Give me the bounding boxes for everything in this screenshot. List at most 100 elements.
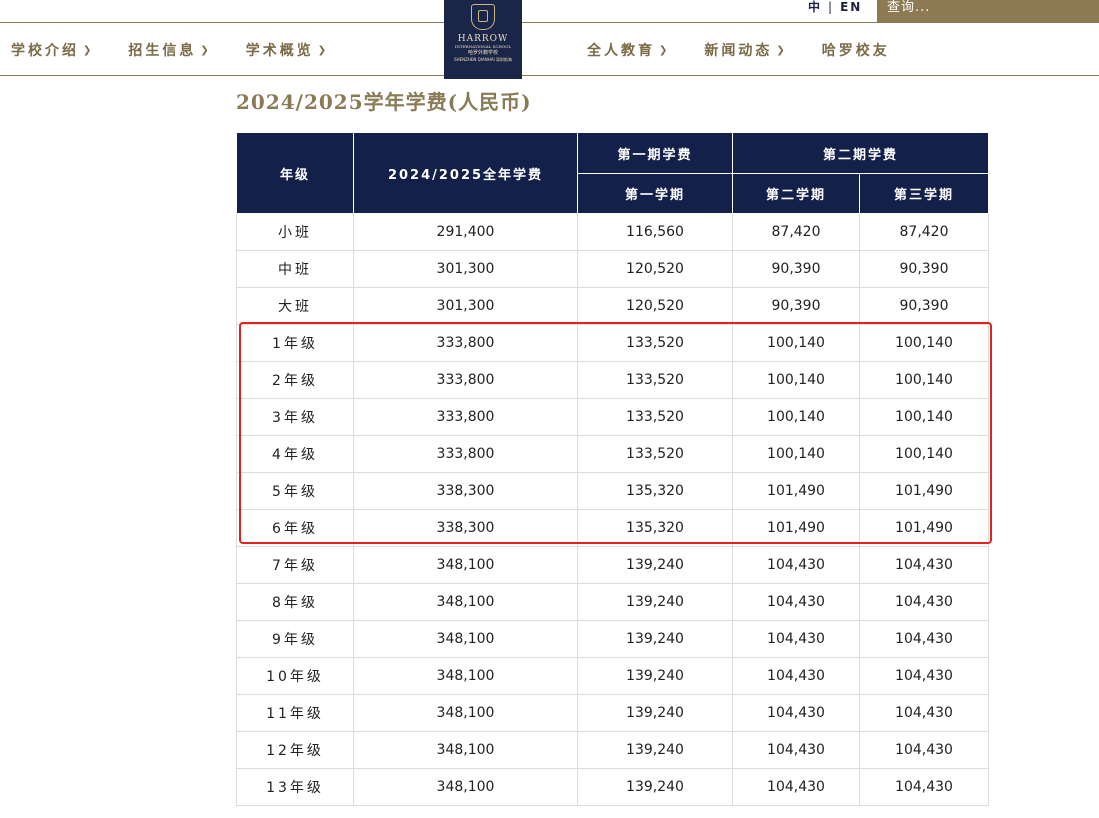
table-row: 3年级 333,800 133,520 100,140 100,140 [236,398,990,436]
lang-en-link[interactable]: EN [840,0,862,14]
header-bottom-rule [0,75,1099,76]
nav-item-admissions[interactable]: 招生信息 ❯ [128,40,211,60]
cell-term2: 104,430 [732,583,860,621]
cell-term2: 104,430 [732,768,860,806]
header-term3: 第三学期 [858,173,990,214]
nav-item-holistic[interactable]: 全人教育 ❯ [587,40,670,60]
cell-term3: 104,430 [858,657,990,695]
cell-grade: 3年级 [236,398,354,436]
nav-item-academics[interactable]: 学术概览 ❯ [246,40,329,60]
cell-annual-fee: 348,100 [353,731,578,769]
lang-separator: | [828,0,835,14]
chevron-down-icon: ❯ [200,44,212,56]
cell-term3: 100,140 [858,398,990,436]
nav-item-label: 新闻动态 [704,43,773,59]
nav-item-label: 哈罗校友 [821,43,890,59]
nav-item-label: 招生信息 [128,43,197,59]
cell-term2: 104,430 [732,620,860,658]
logo-text-campus: SHENZHEN QIANHAI 深圳前海 [454,57,512,62]
table-row: 中班 301,300 120,520 90,390 90,390 [236,250,990,288]
cell-grade: 5年级 [236,472,354,510]
cell-grade: 12年级 [236,731,354,769]
nav-right: 全人教育 ❯ 新闻动态 ❯ 哈罗校友 [587,40,890,60]
tuition-fee-table: 年级 2024/2025全年学费 第一期学费 第二期学费 第一学期 第二学期 第… [236,132,990,806]
cell-annual-fee: 333,800 [353,361,578,399]
cell-term3: 90,390 [858,250,990,288]
cell-term1: 139,240 [577,694,733,732]
nav-item-alumni[interactable]: 哈罗校友 [822,40,890,60]
table-row: 13年级 348,100 139,240 104,430 104,430 [236,768,990,806]
lang-zh-link[interactable]: 中 [808,0,822,15]
cell-term1: 116,560 [577,213,733,251]
header-term2: 第二学期 [732,173,860,214]
cell-annual-fee: 333,800 [353,435,578,473]
crest-icon [471,4,495,30]
table-row: 12年级 348,100 139,240 104,430 104,430 [236,731,990,769]
school-logo[interactable]: HARROW INTERNATIONAL SCHOOL 哈罗外籍学校 SHENZ… [444,0,522,79]
logo-text-cn: 哈罗外籍学校 [467,50,498,56]
cell-grade: 中班 [236,250,354,288]
cell-term2: 90,390 [732,287,860,325]
cell-grade: 大班 [236,287,354,325]
cell-grade: 2年级 [236,361,354,399]
cell-term2: 100,140 [732,324,860,362]
header-term1: 第一学期 [577,173,733,214]
cell-annual-fee: 338,300 [353,509,578,547]
cell-term3: 87,420 [858,213,990,251]
cell-term2: 101,490 [732,472,860,510]
language-switcher: 中 | EN [808,0,862,15]
cell-term1: 139,240 [577,620,733,658]
header-top-rule [0,22,1099,23]
cell-term1: 120,520 [577,250,733,288]
cell-term3: 100,140 [858,435,990,473]
cell-annual-fee: 348,100 [353,583,578,621]
cell-grade: 9年级 [236,620,354,658]
nav-item-label: 学校介绍 [11,43,79,59]
cell-annual-fee: 338,300 [353,472,578,510]
cell-term3: 104,430 [858,694,990,732]
cell-annual-fee: 301,300 [353,250,578,288]
cell-term2: 100,140 [732,361,860,399]
cell-term1: 139,240 [577,546,733,584]
nav-item-about[interactable]: 学校介绍 ❯ [11,40,94,60]
chevron-down-icon: ❯ [776,44,788,56]
cell-grade: 11年级 [236,694,354,732]
cell-term2: 104,430 [732,694,860,732]
cell-term3: 100,140 [858,361,990,399]
cell-annual-fee: 301,300 [353,287,578,325]
search-box [877,0,1099,22]
cell-term1: 139,240 [577,657,733,695]
table-row: 8年级 348,100 139,240 104,430 104,430 [236,583,990,621]
table-row: 4年级 333,800 133,520 100,140 100,140 [236,435,990,473]
cell-term3: 100,140 [858,324,990,362]
table-row: 9年级 348,100 139,240 104,430 104,430 [236,620,990,658]
table-row: 1年级 333,800 133,520 100,140 100,140 [236,324,990,362]
cell-term2: 104,430 [732,546,860,584]
cell-term1: 133,520 [577,398,733,436]
header-term1-group: 第一期学费 [577,132,733,174]
cell-term2: 87,420 [732,213,860,251]
cell-term1: 139,240 [577,731,733,769]
cell-term1: 133,520 [577,435,733,473]
table-body: 小班 291,400 116,560 87,420 87,420 中班 301,300 120… [236,213,990,806]
cell-term2: 100,140 [732,398,860,436]
header-grade: 年级 [236,132,354,214]
cell-grade: 6年级 [236,509,354,547]
table-row: 2年级 333,800 133,520 100,140 100,140 [236,361,990,399]
table-row: 6年级 338,300 135,320 101,490 101,490 [236,509,990,547]
nav-left: 学校介绍 ❯ 招生信息 ❯ 学术概览 ❯ [11,40,329,60]
cell-annual-fee: 348,100 [353,546,578,584]
cell-term2: 90,390 [732,250,860,288]
header-annual-fee: 2024/2025全年学费 [353,132,578,214]
cell-term2: 104,430 [732,731,860,769]
cell-term3: 104,430 [858,731,990,769]
search-input[interactable] [887,0,1087,14]
chevron-down-icon: ❯ [317,44,330,56]
nav-item-news[interactable]: 新闻动态 ❯ [704,40,787,60]
nav-item-label: 全人教育 [587,43,655,59]
cell-grade: 10年级 [236,657,354,695]
cell-annual-fee: 333,800 [353,398,578,436]
cell-annual-fee: 291,400 [353,213,578,251]
cell-term2: 100,140 [732,435,860,473]
cell-term3: 90,390 [858,287,990,325]
